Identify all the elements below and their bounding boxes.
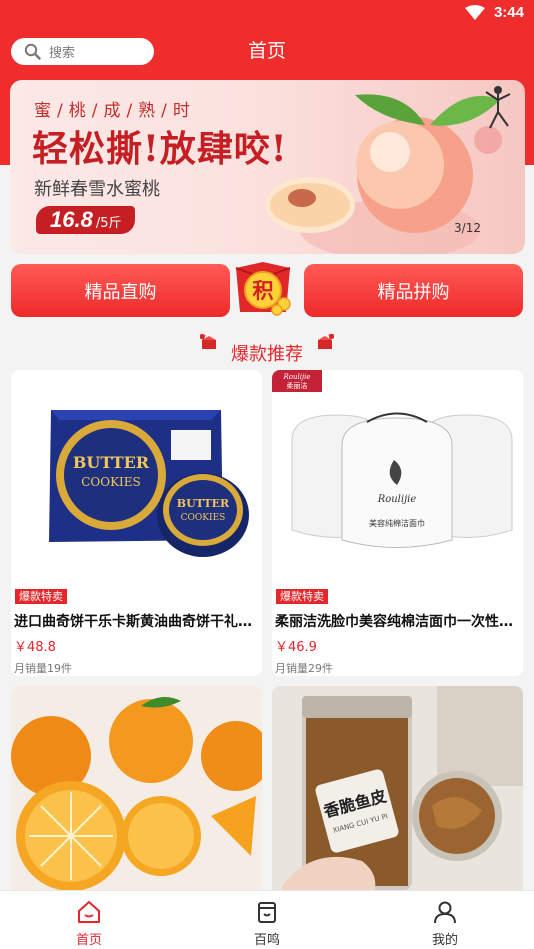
points-badge-icon[interactable]: 积 <box>232 262 294 318</box>
banner-headline: 轻松撕!放肆咬! <box>32 128 288 170</box>
svg-text:Roulijie: Roulijie <box>282 373 310 381</box>
nav-profile-label: 我的 <box>431 933 458 948</box>
svg-text:柔丽洁: 柔丽洁 <box>287 381 308 390</box>
banner-price: 16.8 <box>50 207 93 232</box>
group-purchase-label: 精品拼购 <box>377 281 450 303</box>
nav-baiming[interactable]: 百鸣 <box>178 891 356 949</box>
group-purchase-button[interactable]: 精品拼购 <box>304 264 523 317</box>
product-sales: 月销量29件 <box>275 662 333 675</box>
product-price: ￥48.8 <box>14 640 56 655</box>
svg-text:COOKIES: COOKIES <box>81 475 141 489</box>
banner-price-tag: 16.8 /5斤 <box>36 206 136 234</box>
svg-text:美容纯棉洁面巾: 美容纯棉洁面巾 <box>369 518 425 528</box>
product-card[interactable]: Roulijie 柔丽洁 Roulijie 美容纯棉洁面巾 爆款特卖 柔丽洁洗脸… <box>272 370 523 676</box>
svg-text:COOKIES: COOKIES <box>181 513 226 523</box>
promo-banner[interactable]: 蜜/桃/成/熟/时 轻松撕!放肆咬! 新鲜春雪水蜜桃 16.8 /5斤 3/12 <box>10 80 525 254</box>
product-name: 柔丽洁洗脸巾美容纯棉洁面巾一次性洗脸巾 <box>275 614 521 630</box>
nav-profile[interactable]: 我的 <box>356 891 534 949</box>
status-time: 3:44 <box>493 4 524 21</box>
product-card[interactable]: 香脆鱼皮 XIANG CUI YU PI <box>272 686 523 896</box>
svg-text:BUTTER: BUTTER <box>73 453 150 472</box>
product-price: ￥46.9 <box>275 640 317 655</box>
banner-pager: 3/12 <box>454 221 481 235</box>
product-tag: 爆款特卖 <box>15 589 67 604</box>
product-card[interactable] <box>11 686 262 896</box>
product-tag: 爆款特卖 <box>276 589 328 604</box>
user-icon <box>434 901 456 924</box>
svg-text:BUTTER: BUTTER <box>177 497 230 510</box>
bottom-nav: 首页 百鸣 我的 <box>0 890 534 949</box>
banner-price-unit: /5斤 <box>95 216 122 231</box>
points-badge-text: 积 <box>253 278 274 303</box>
search-placeholder: 搜索 <box>49 46 76 61</box>
svg-text:Roulijie: Roulijie <box>377 494 417 505</box>
nav-baiming-label: 百鸣 <box>253 933 280 948</box>
product-image-face-towels: Roulijie 柔丽洁 Roulijie 美容纯棉洁面巾 <box>272 370 523 583</box>
product-image-cookies: BUTTER COOKIES BUTTER COOKIES <box>11 370 262 583</box>
gift-deco-icon <box>318 334 334 349</box>
direct-purchase-label: 精品直购 <box>84 281 157 303</box>
nav-home[interactable]: 首页 <box>0 891 178 949</box>
product-image-fish-skin: 香脆鱼皮 XIANG CUI YU PI <box>272 686 523 896</box>
home-icon <box>78 901 100 923</box>
status-bar: 3:44 <box>0 0 534 28</box>
wifi-icon <box>464 4 485 20</box>
product-image-oranges <box>11 686 262 896</box>
search-input[interactable]: 搜索 <box>11 38 154 65</box>
direct-purchase-button[interactable]: 精品直购 <box>11 264 230 317</box>
product-name: 进口曲奇饼干乐卡斯黄油曲奇饼干礼盒装 <box>14 614 260 630</box>
nav-home-label: 首页 <box>75 933 102 948</box>
banner-subtitle: 蜜/桃/成/熟/时 <box>34 101 196 121</box>
banner-description: 新鲜春雪水蜜桃 <box>34 179 160 200</box>
box-icon <box>258 902 276 923</box>
product-sales: 月销量19件 <box>14 662 72 675</box>
product-card[interactable]: BUTTER COOKIES BUTTER COOKIES 爆款特卖 进口曲奇饼… <box>11 370 262 676</box>
search-icon <box>24 43 41 60</box>
section-title: 爆款推荐 <box>231 344 303 365</box>
